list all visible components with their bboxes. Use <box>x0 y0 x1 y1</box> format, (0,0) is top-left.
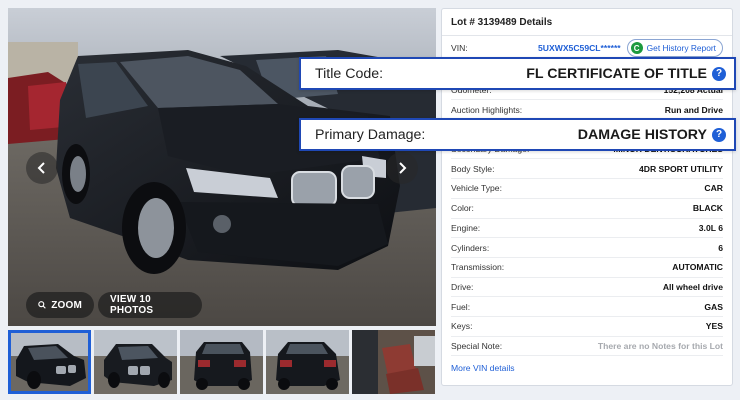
detail-value: All wheel drive <box>662 281 723 292</box>
magnifier-icon <box>38 301 46 309</box>
detail-label: Color: <box>451 203 474 214</box>
detail-row-keys: Keys: YES <box>451 317 723 337</box>
detail-value: BLACK <box>692 203 723 214</box>
history-report-label: Get History Report <box>646 43 716 53</box>
detail-label: Transmission: <box>451 262 505 273</box>
next-photo-button[interactable] <box>386 152 418 184</box>
thumbnail-3[interactable] <box>180 330 263 394</box>
detail-row-special-note: Special Note: There are no Notes for thi… <box>451 337 723 357</box>
detail-label: Fuel: <box>451 301 471 312</box>
carfax-check-icon: C <box>630 42 643 54</box>
detail-value: 3.0L 6 <box>698 222 723 233</box>
detail-row-body-style: Body Style: 4DR SPORT UTILITY <box>451 159 723 180</box>
detail-row-engine: Engine: 3.0L 6 <box>451 219 723 239</box>
detail-value: CAR <box>704 183 723 194</box>
thumbnail-5[interactable] <box>352 330 435 394</box>
zoom-button[interactable]: ZOOM <box>26 292 94 318</box>
detail-value: GAS <box>704 301 723 312</box>
main-vehicle-photo[interactable]: ZOOM VIEW 10 PHOTOS <box>8 8 436 326</box>
title-code-callout: Title Code: FL CERTIFICATE OF TITLE ? <box>299 57 736 90</box>
detail-value: 6 <box>718 242 723 253</box>
vin-value-group: 5UXWX5C59CL****** C Get History Report <box>538 39 723 57</box>
detail-label: Special Note: <box>451 340 503 351</box>
previous-photo-button[interactable] <box>26 152 58 184</box>
detail-row-transmission: Transmission: AUTOMATIC <box>451 258 723 278</box>
detail-row-color: Color: BLACK <box>451 199 723 219</box>
primary-damage-label: Primary Damage: <box>315 126 426 143</box>
primary-damage-value-group: DAMAGE HISTORY ? <box>578 127 726 143</box>
thumbnail-1[interactable] <box>8 330 91 394</box>
detail-label: Cylinders: <box>451 242 490 253</box>
question-icon[interactable]: ? <box>712 127 726 142</box>
more-vin-details-link[interactable]: More VIN details <box>442 356 732 373</box>
detail-row-fuel: Fuel: GAS <box>451 297 723 317</box>
detail-row-cylinders: Cylinders: 6 <box>451 238 723 258</box>
view-photos-label: VIEW 10 PHOTOS <box>110 294 154 316</box>
vin-link[interactable]: 5UXWX5C59CL****** <box>538 43 621 53</box>
primary-damage-callout: Primary Damage: DAMAGE HISTORY ? <box>299 118 736 151</box>
title-code-value-group: FL CERTIFICATE OF TITLE ? <box>526 66 726 82</box>
thumbnail-strip <box>8 330 436 394</box>
get-history-report-button[interactable]: C Get History Report <box>626 39 723 57</box>
thumbnail-4[interactable] <box>266 330 349 394</box>
detail-label: Vehicle Type: <box>451 183 502 194</box>
title-code-label: Title Code: <box>315 65 384 82</box>
detail-row-vehicle-type: Vehicle Type: CAR <box>451 179 723 199</box>
zoom-label: ZOOM <box>51 299 82 311</box>
lot-details-title: Lot # 3139489 Details <box>442 9 732 36</box>
detail-value: Run and Drive <box>664 104 723 115</box>
title-code-value: FL CERTIFICATE OF TITLE <box>526 65 707 82</box>
thumbnail-2[interactable] <box>94 330 177 394</box>
detail-value: There are no Notes for this Lot <box>597 340 723 351</box>
detail-value: AUTOMATIC <box>672 262 723 273</box>
lot-page: ZOOM VIEW 10 PHOTOS Lot # 3139489 Detail… <box>0 0 740 400</box>
detail-label: Body Style: <box>451 163 495 174</box>
detail-row-drive: Drive: All wheel drive <box>451 278 723 298</box>
detail-value: 4DR SPORT UTILITY <box>638 163 723 174</box>
chevron-left-icon <box>37 162 45 174</box>
question-icon[interactable]: ? <box>712 66 726 81</box>
chevron-right-icon <box>399 162 407 174</box>
detail-label: Keys: <box>451 321 473 332</box>
primary-damage-value: DAMAGE HISTORY <box>577 126 707 143</box>
vin-label: VIN: <box>451 43 468 53</box>
detail-label: Drive: <box>451 281 474 292</box>
detail-label: Engine: <box>451 222 481 233</box>
detail-value: YES <box>705 321 723 332</box>
view-photos-button[interactable]: VIEW 10 PHOTOS <box>98 292 202 318</box>
detail-label: Auction Highlights: <box>451 104 523 115</box>
